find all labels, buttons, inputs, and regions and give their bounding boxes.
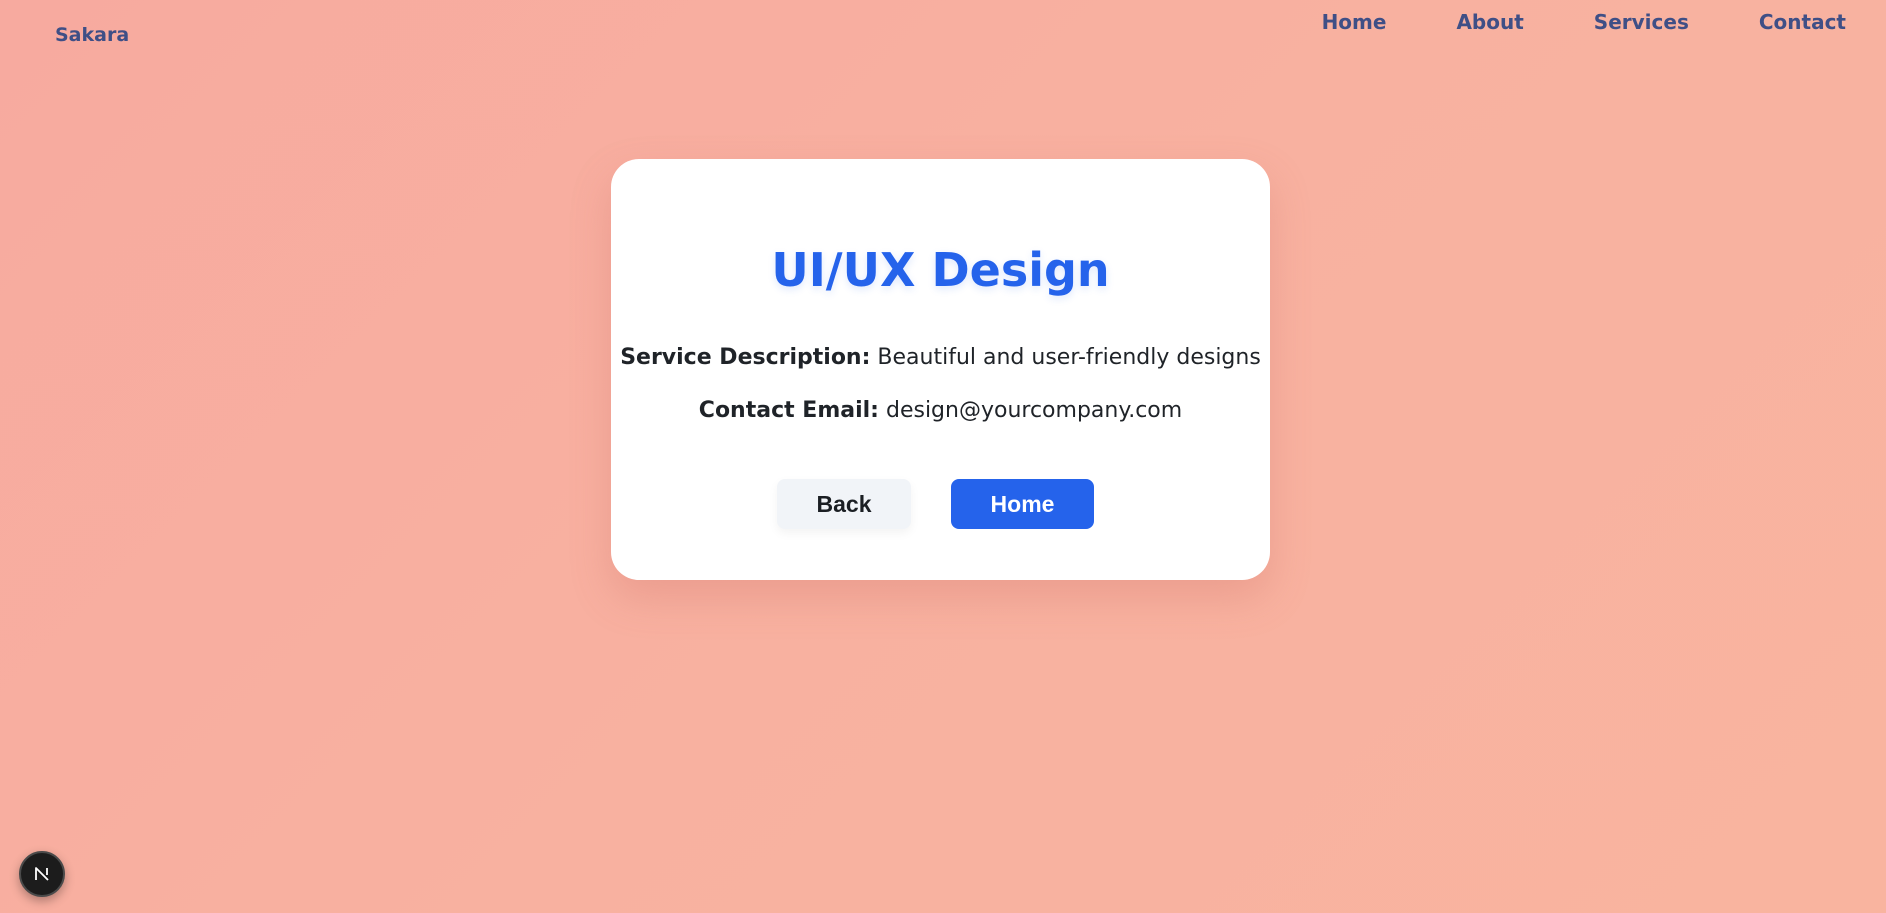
nav-link-about[interactable]: About bbox=[1456, 10, 1523, 34]
service-card: UI/UX Design Service Description: Beauti… bbox=[611, 159, 1270, 580]
brand-logo[interactable]: Sakara bbox=[55, 24, 129, 46]
nav-link-contact[interactable]: Contact bbox=[1759, 10, 1846, 34]
service-description-label: Service Description: bbox=[620, 345, 871, 370]
contact-email: Contact Email: design@yourcompany.com bbox=[611, 398, 1270, 423]
dev-tools-badge[interactable] bbox=[19, 851, 65, 897]
nextjs-logo-icon bbox=[35, 867, 49, 881]
service-title: UI/UX Design bbox=[771, 243, 1110, 297]
contact-email-label: Contact Email: bbox=[698, 398, 879, 423]
service-description: Service Description: Beautiful and user-… bbox=[611, 345, 1270, 370]
nav-link-home[interactable]: Home bbox=[1322, 10, 1387, 34]
nav-link-services[interactable]: Services bbox=[1594, 10, 1689, 34]
home-button[interactable]: Home bbox=[951, 479, 1094, 529]
service-description-value: Beautiful and user-friendly designs bbox=[877, 345, 1261, 370]
back-button[interactable]: Back bbox=[777, 479, 911, 529]
contact-email-value: design@yourcompany.com bbox=[885, 398, 1183, 423]
top-nav: Home About Services Contact bbox=[1252, 10, 1846, 34]
